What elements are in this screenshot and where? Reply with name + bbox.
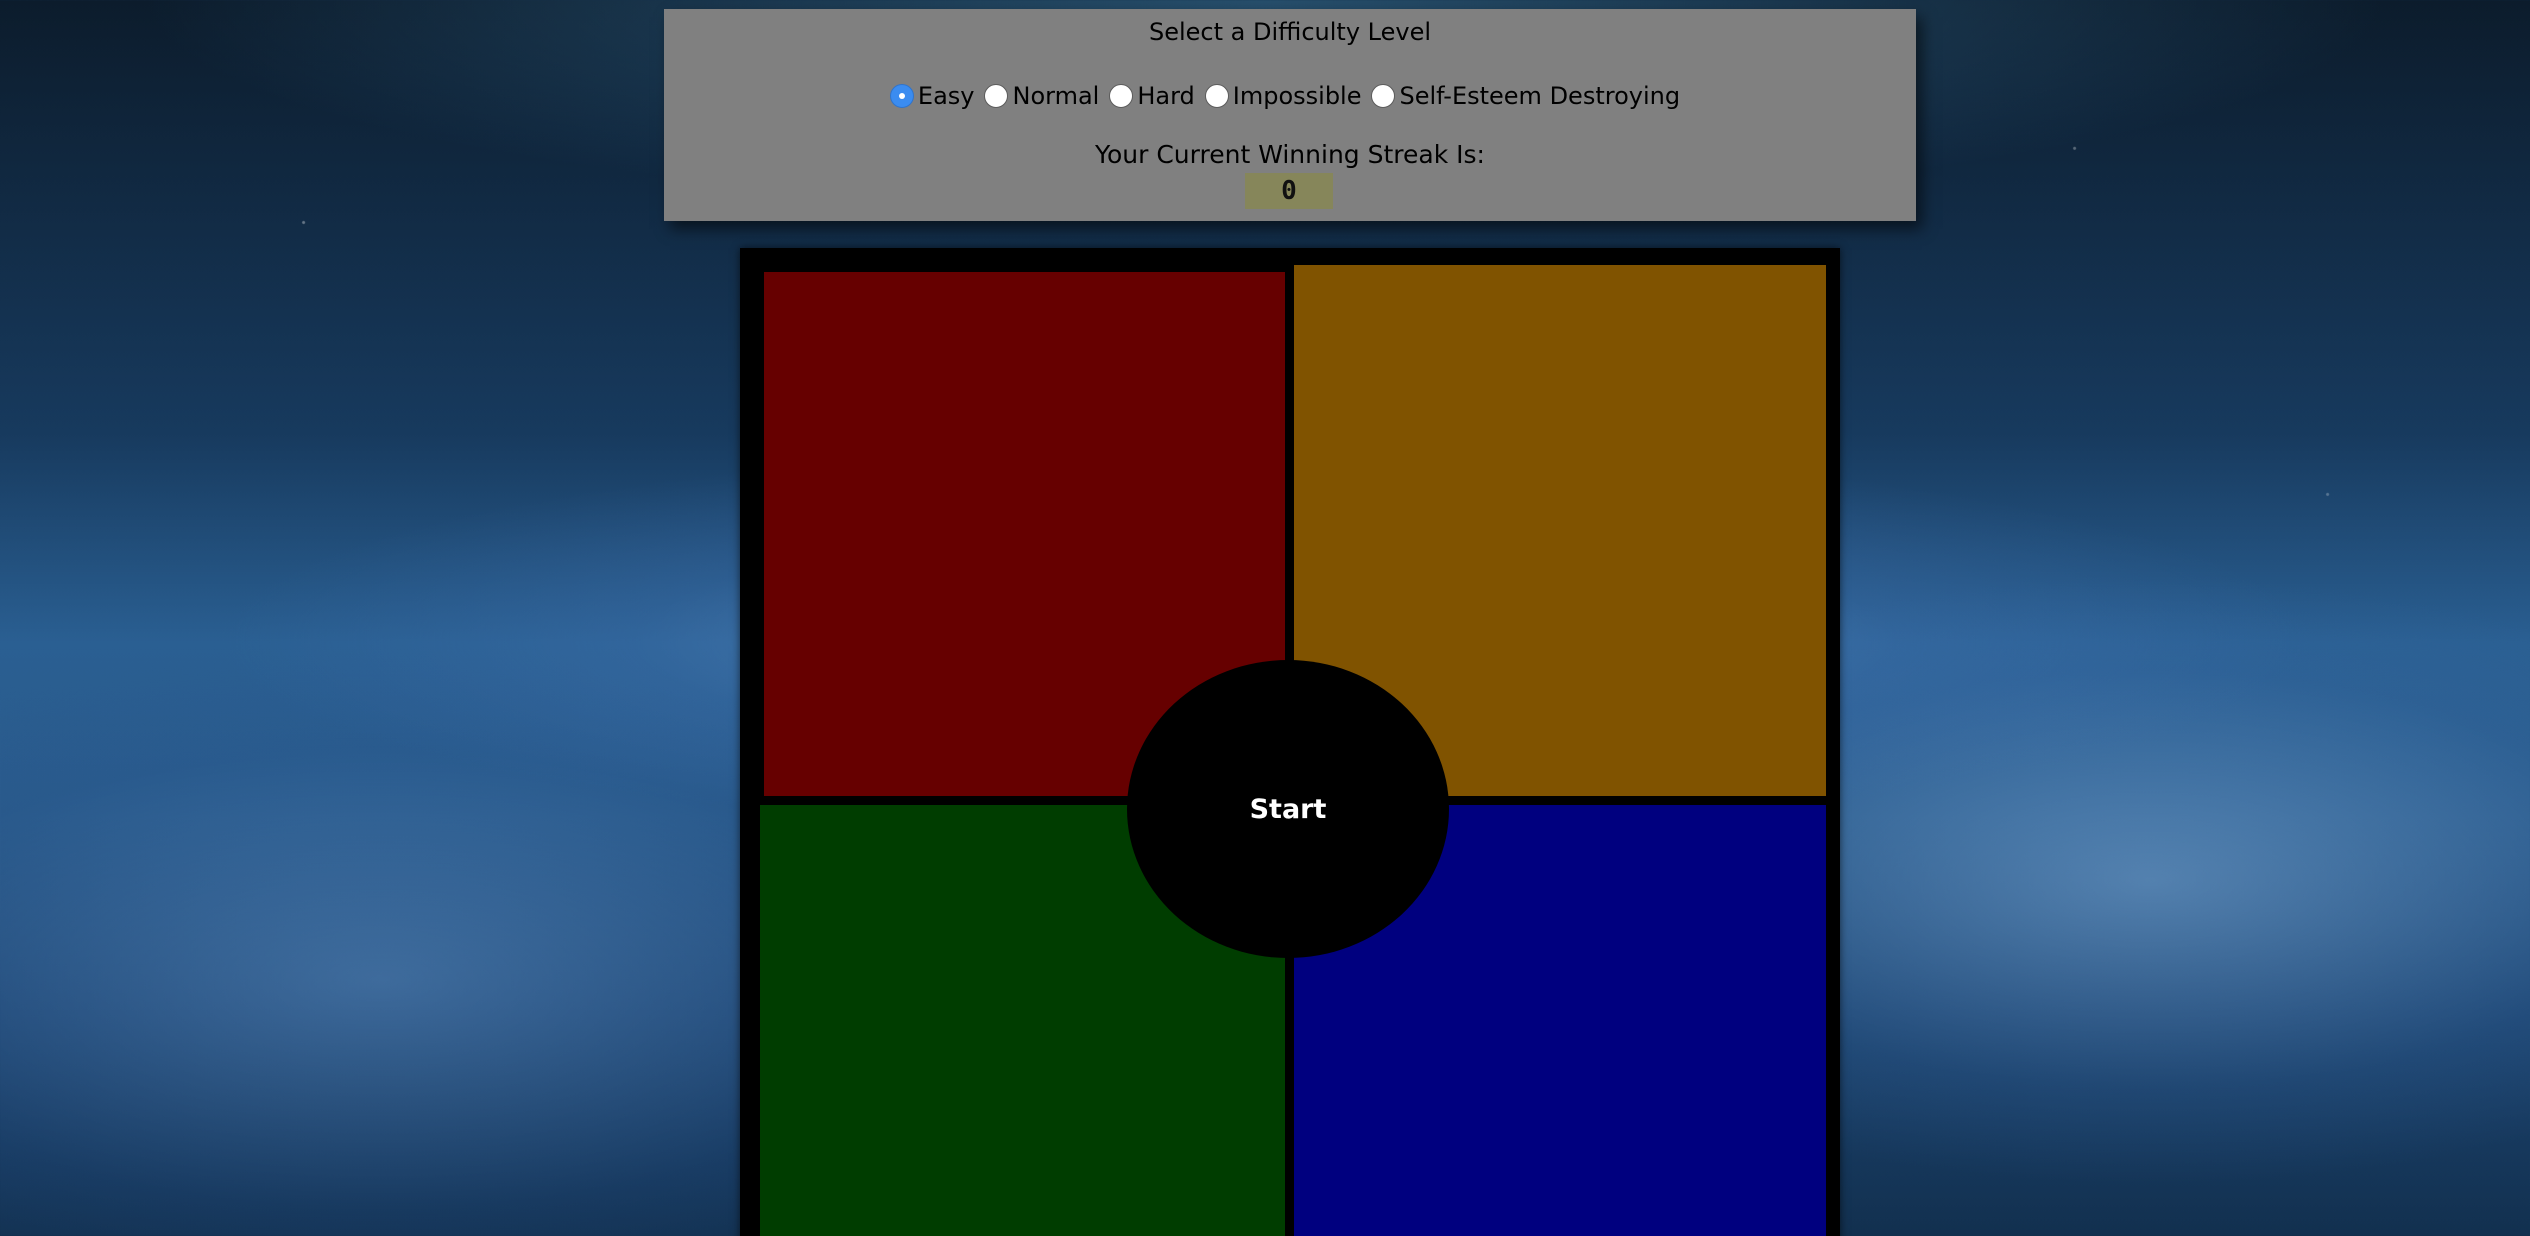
panel-title: Select a Difficulty Level	[1148, 18, 1432, 46]
streak-label: Your Current Winning Streak Is:	[1095, 140, 1485, 169]
streak-counter: 0	[1245, 173, 1333, 209]
difficulty-options: Easy Normal Hard Impossible Self-Esteem …	[664, 81, 1916, 111]
difficulty-option-normal[interactable]: Normal	[984, 81, 1099, 111]
difficulty-panel: Select a Difficulty Level Easy Normal Ha…	[664, 9, 1916, 221]
difficulty-label-impossible: Impossible	[1232, 82, 1362, 110]
radio-easy[interactable]	[889, 84, 914, 108]
start-button[interactable]: Start	[1127, 660, 1449, 958]
difficulty-option-hard[interactable]: Hard	[1109, 81, 1195, 111]
difficulty-label-normal: Normal	[1012, 82, 1100, 110]
difficulty-label-easy: Easy	[917, 82, 975, 110]
difficulty-option-self-esteem-destroying[interactable]: Self-Esteem Destroying	[1371, 81, 1680, 111]
difficulty-label-self-esteem-destroying: Self-Esteem Destroying	[1399, 82, 1681, 110]
difficulty-label-hard: Hard	[1137, 82, 1195, 110]
difficulty-option-impossible[interactable]: Impossible	[1204, 81, 1362, 111]
game-board: Start	[740, 248, 1840, 1236]
radio-self-esteem-destroying[interactable]	[1371, 84, 1396, 108]
radio-hard[interactable]	[1109, 84, 1134, 108]
radio-normal[interactable]	[984, 84, 1009, 108]
radio-impossible[interactable]	[1204, 84, 1229, 108]
difficulty-option-easy[interactable]: Easy	[889, 81, 975, 111]
